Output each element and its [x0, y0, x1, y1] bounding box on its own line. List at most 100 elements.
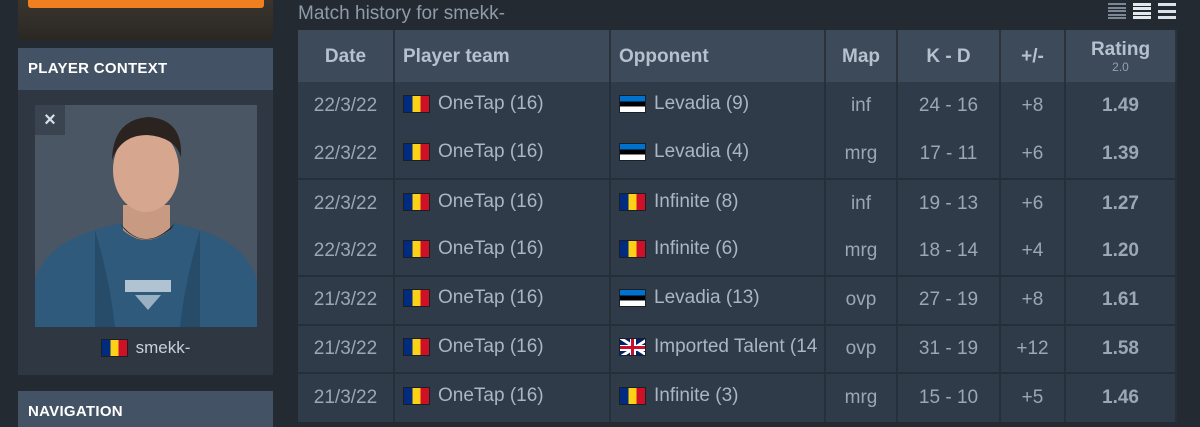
romania-flag-icon — [100, 339, 128, 357]
player-name-row[interactable]: smekk- — [18, 333, 273, 363]
column-header-kd[interactable]: K - D — [897, 30, 1001, 82]
orange-action-button[interactable] — [28, 0, 264, 8]
opponent-name[interactable]: Levadia (9) — [654, 93, 749, 115]
estonia-flag-icon — [619, 289, 646, 308]
large-list-view-icon[interactable] — [1158, 2, 1176, 20]
kill-death: 15 - 10 — [897, 372, 1001, 422]
player-team-name[interactable]: OneTap (16) — [438, 287, 544, 309]
kd-diff: +12 — [1000, 323, 1066, 374]
kd-diff: +6 — [1000, 178, 1066, 228]
rating-value[interactable]: 1.46 — [1065, 372, 1177, 422]
romania-flag-icon — [619, 192, 646, 211]
kill-death: 17 - 11 — [897, 130, 1001, 180]
column-header-map[interactable]: Map — [825, 30, 898, 82]
player-team-cell[interactable]: OneTap (16) — [394, 227, 611, 277]
kill-death: 19 - 13 — [897, 178, 1001, 228]
map-name: mrg — [825, 372, 898, 422]
close-icon[interactable]: × — [35, 105, 65, 135]
map-name: ovp — [825, 275, 898, 326]
rating-version: 2.0 — [1112, 59, 1129, 74]
view-toggle-group — [1108, 2, 1176, 20]
estonia-flag-icon — [619, 95, 646, 114]
romania-flag-icon — [619, 240, 646, 259]
player-photo-card: × — [35, 105, 257, 327]
opponent-name[interactable]: Levadia (4) — [654, 141, 749, 163]
player-context-header: PLAYER CONTEXT — [18, 48, 273, 90]
romania-flag-icon — [403, 143, 430, 162]
opponent-cell[interactable]: Infinite (8) — [610, 178, 826, 228]
player-team-cell[interactable]: OneTap (16) — [394, 275, 611, 326]
table-row[interactable]: 21/3/22 OneTap (16) Imported Talent (14 ovp… — [298, 323, 1177, 374]
map-name: mrg — [825, 130, 898, 180]
player-team-name[interactable]: OneTap (16) — [438, 385, 544, 407]
compact-list-view-icon[interactable] — [1108, 2, 1126, 20]
rating-value[interactable]: 1.20 — [1065, 227, 1177, 277]
kill-death: 27 - 19 — [897, 275, 1001, 326]
player-team-name[interactable]: OneTap (16) — [438, 238, 544, 260]
left-sidebar: PLAYER CONTEXT × smekk- NAVIGATION — [18, 0, 273, 427]
rating-value[interactable]: 1.58 — [1065, 323, 1177, 374]
player-team-cell[interactable]: OneTap (16) — [394, 323, 611, 374]
player-team-cell[interactable]: OneTap (16) — [394, 178, 611, 228]
kd-diff: +4 — [1000, 227, 1066, 277]
player-team-cell[interactable]: OneTap (16) — [394, 130, 611, 180]
player-team-cell[interactable]: OneTap (16) — [394, 372, 611, 422]
map-name: inf — [825, 82, 898, 131]
match-date: 22/3/22 — [298, 130, 395, 180]
column-header-date[interactable]: Date — [298, 30, 395, 82]
column-header-player-team[interactable]: Player team — [394, 30, 611, 82]
match-date: 22/3/22 — [298, 227, 395, 277]
rating-value[interactable]: 1.49 — [1065, 82, 1177, 131]
opponent-name[interactable]: Infinite (3) — [654, 385, 738, 407]
opponent-cell[interactable]: Infinite (6) — [610, 227, 826, 277]
column-header-rating[interactable]: Rating 2.0 — [1065, 30, 1177, 82]
match-date: 22/3/22 — [298, 178, 395, 228]
player-team-name[interactable]: OneTap (16) — [438, 141, 544, 163]
rating-value[interactable]: 1.27 — [1065, 178, 1177, 228]
opponent-cell[interactable]: Levadia (4) — [610, 130, 826, 180]
navigation-header: NAVIGATION — [18, 391, 273, 427]
table-row[interactable]: 22/3/22 OneTap (16) Levadia (4) mrg 17 - 11 +… — [298, 130, 1177, 180]
kd-diff: +6 — [1000, 130, 1066, 180]
player-name: smekk- — [135, 338, 191, 357]
rating-label: Rating — [1090, 38, 1151, 60]
romania-flag-icon — [403, 337, 430, 356]
page-title: Match history for smekk- — [298, 3, 505, 24]
kill-death: 18 - 14 — [897, 227, 1001, 277]
player-team-name[interactable]: OneTap (16) — [438, 191, 544, 213]
table-row[interactable]: 22/3/22 OneTap (16) Levadia (9) inf 24 - 16 +… — [298, 82, 1177, 131]
match-date: 22/3/22 — [298, 82, 395, 131]
rating-value[interactable]: 1.39 — [1065, 130, 1177, 180]
table-row[interactable]: 21/3/22 OneTap (16) Infinite (3) mrg 15 - 10… — [298, 372, 1177, 422]
estonia-flag-icon — [619, 143, 646, 162]
opponent-cell[interactable]: Levadia (9) — [610, 82, 826, 131]
column-header-opponent[interactable]: Opponent — [610, 30, 826, 82]
table-row[interactable]: 22/3/22 OneTap (16) Infinite (6) mrg 18 - 14… — [298, 227, 1177, 277]
map-name: mrg — [825, 227, 898, 277]
romania-flag-icon — [403, 240, 430, 259]
opponent-cell[interactable]: Imported Talent (14 — [610, 323, 826, 374]
opponent-name[interactable]: Infinite (6) — [654, 238, 738, 260]
opponent-name[interactable]: Levadia (13) — [654, 287, 760, 309]
opponent-name[interactable]: Imported Talent (14 — [654, 336, 817, 358]
opponent-cell[interactable]: Levadia (13) — [610, 275, 826, 326]
rating-value[interactable]: 1.61 — [1065, 275, 1177, 326]
match-date: 21/3/22 — [298, 372, 395, 422]
player-team-name[interactable]: OneTap (16) — [438, 336, 544, 358]
player-team-cell[interactable]: OneTap (16) — [394, 82, 611, 131]
player-photo — [35, 105, 257, 327]
match-date: 21/3/22 — [298, 323, 395, 374]
opponent-name[interactable]: Infinite (8) — [654, 191, 738, 213]
kill-death: 24 - 16 — [897, 82, 1001, 131]
list-view-icon[interactable] — [1133, 2, 1151, 20]
kd-diff: +8 — [1000, 275, 1066, 326]
player-team-name[interactable]: OneTap (16) — [438, 93, 544, 115]
table-row[interactable]: 22/3/22 OneTap (16) Infinite (8) inf 19 - 13… — [298, 178, 1177, 228]
top-banner — [18, 0, 273, 40]
romania-flag-icon — [403, 289, 430, 308]
opponent-cell[interactable]: Infinite (3) — [610, 372, 826, 422]
column-header-diff[interactable]: +/- — [1000, 30, 1066, 82]
table-row[interactable]: 21/3/22 OneTap (16) Levadia (13) ovp 27 - 19… — [298, 275, 1177, 326]
romania-flag-icon — [403, 95, 430, 114]
united-kingdom-flag-icon — [619, 337, 646, 356]
